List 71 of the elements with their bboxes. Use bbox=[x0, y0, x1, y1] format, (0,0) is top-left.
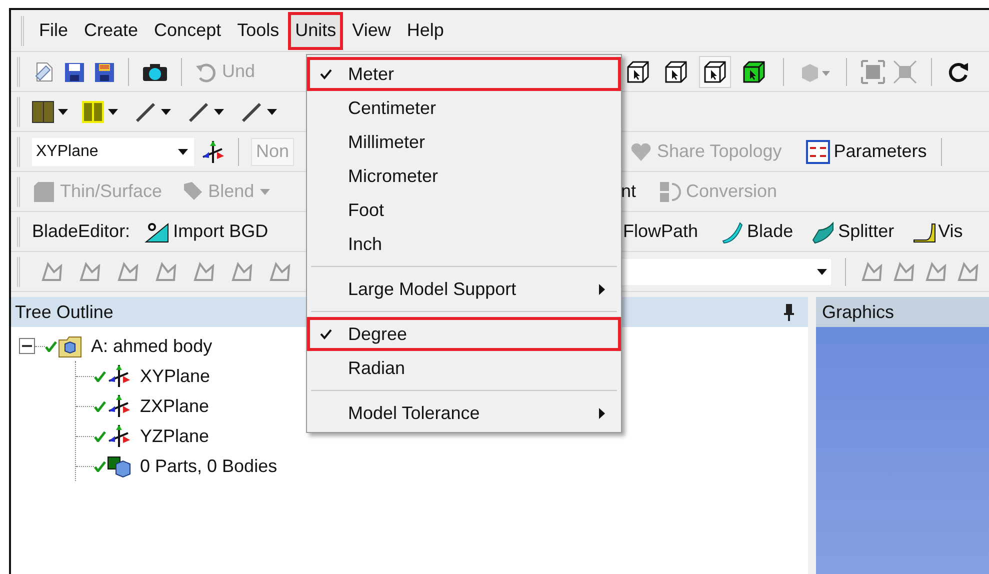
select-vertex-icon bbox=[625, 58, 651, 84]
check-icon bbox=[94, 460, 106, 472]
folder-icon bbox=[57, 334, 83, 358]
conversion-icon bbox=[658, 180, 682, 204]
axis-icon bbox=[200, 138, 226, 164]
menu-item[interactable]: Large Model Support bbox=[307, 272, 621, 306]
caret-icon bbox=[267, 108, 277, 114]
caret-icon bbox=[260, 188, 270, 194]
blade-button[interactable]: Blade bbox=[720, 218, 794, 245]
caret-icon bbox=[817, 268, 827, 274]
flowpath-button[interactable]: FlowPath bbox=[623, 218, 698, 245]
menu-item[interactable]: Units bbox=[288, 12, 344, 50]
menu-item[interactable]: Foot bbox=[307, 193, 621, 227]
parameters-icon bbox=[806, 140, 830, 164]
menu-item[interactable]: Help bbox=[400, 12, 451, 50]
plane-axis-icon bbox=[106, 423, 132, 449]
parameters-button[interactable]: Parameters bbox=[806, 138, 927, 165]
check-icon bbox=[45, 340, 57, 352]
toolbar-title: BladeEditor: bbox=[32, 220, 130, 243]
zoom-fit-icon bbox=[861, 60, 885, 84]
collapse-toggle[interactable] bbox=[19, 338, 35, 354]
zoom-box-icon bbox=[893, 60, 917, 84]
checkmark-icon bbox=[320, 68, 332, 80]
tree-item[interactable]: XYPlane bbox=[140, 362, 210, 390]
caret-icon bbox=[58, 108, 68, 114]
menu-item[interactable]: Create bbox=[77, 12, 146, 50]
menu-item[interactable]: Inch bbox=[307, 227, 621, 261]
vis-button[interactable]: Vis bbox=[912, 218, 963, 245]
toolbar-button[interactable]: nt bbox=[621, 178, 636, 205]
menu-item[interactable]: Radian bbox=[307, 351, 621, 385]
select-edge-icon bbox=[663, 58, 689, 84]
solid-block-icon bbox=[32, 180, 56, 204]
menu-item[interactable]: Micrometer bbox=[307, 159, 621, 193]
check-icon bbox=[94, 430, 106, 442]
tree-item[interactable]: 0 Parts, 0 Bodies bbox=[140, 452, 278, 480]
menu-item[interactable]: Centimeter bbox=[307, 91, 621, 125]
panel-title: Tree Outline bbox=[15, 300, 114, 324]
parts-icon bbox=[106, 454, 132, 478]
splitter-icon bbox=[811, 220, 836, 244]
plane-axis-icon bbox=[106, 363, 132, 389]
menu-item[interactable]: Millimeter bbox=[307, 125, 621, 159]
menu-item[interactable]: View bbox=[345, 12, 398, 50]
check-icon bbox=[94, 370, 106, 382]
pin-icon bbox=[784, 303, 794, 321]
menu-item[interactable]: Model Tolerance bbox=[307, 396, 621, 430]
tree-item[interactable]: A: ahmed body bbox=[91, 332, 212, 360]
caret-icon bbox=[108, 108, 118, 114]
import-bgd-button[interactable]: Import BGD bbox=[144, 218, 268, 245]
plane-axis-icon bbox=[106, 393, 132, 419]
check-icon bbox=[94, 400, 106, 412]
tree-item[interactable]: ZXPlane bbox=[140, 392, 210, 420]
split-panel-icon[interactable] bbox=[32, 100, 68, 122]
blade-icon bbox=[720, 220, 744, 244]
caret-icon bbox=[178, 148, 188, 154]
menu-item[interactable]: Degree bbox=[307, 317, 621, 351]
plane-select[interactable]: XYPlane bbox=[32, 138, 194, 166]
menu-item[interactable]: Tools bbox=[230, 12, 286, 50]
caret-icon bbox=[161, 108, 171, 114]
menu-item[interactable]: File bbox=[32, 12, 76, 50]
menu-item[interactable]: Meter bbox=[307, 57, 621, 91]
splitter-button[interactable]: Splitter bbox=[811, 218, 894, 245]
submenu-arrow-icon bbox=[599, 408, 605, 418]
select-body-icon bbox=[741, 58, 767, 84]
highlight-panel-icon[interactable] bbox=[82, 100, 118, 122]
checkmark-icon bbox=[320, 328, 332, 340]
panel-title: Graphics bbox=[822, 300, 894, 324]
menu-item[interactable]: Concept bbox=[147, 12, 228, 50]
caret-icon bbox=[214, 108, 224, 114]
tree-item[interactable]: YZPlane bbox=[140, 422, 210, 450]
submenu-arrow-icon bbox=[599, 284, 605, 294]
select-face-icon bbox=[702, 58, 728, 84]
